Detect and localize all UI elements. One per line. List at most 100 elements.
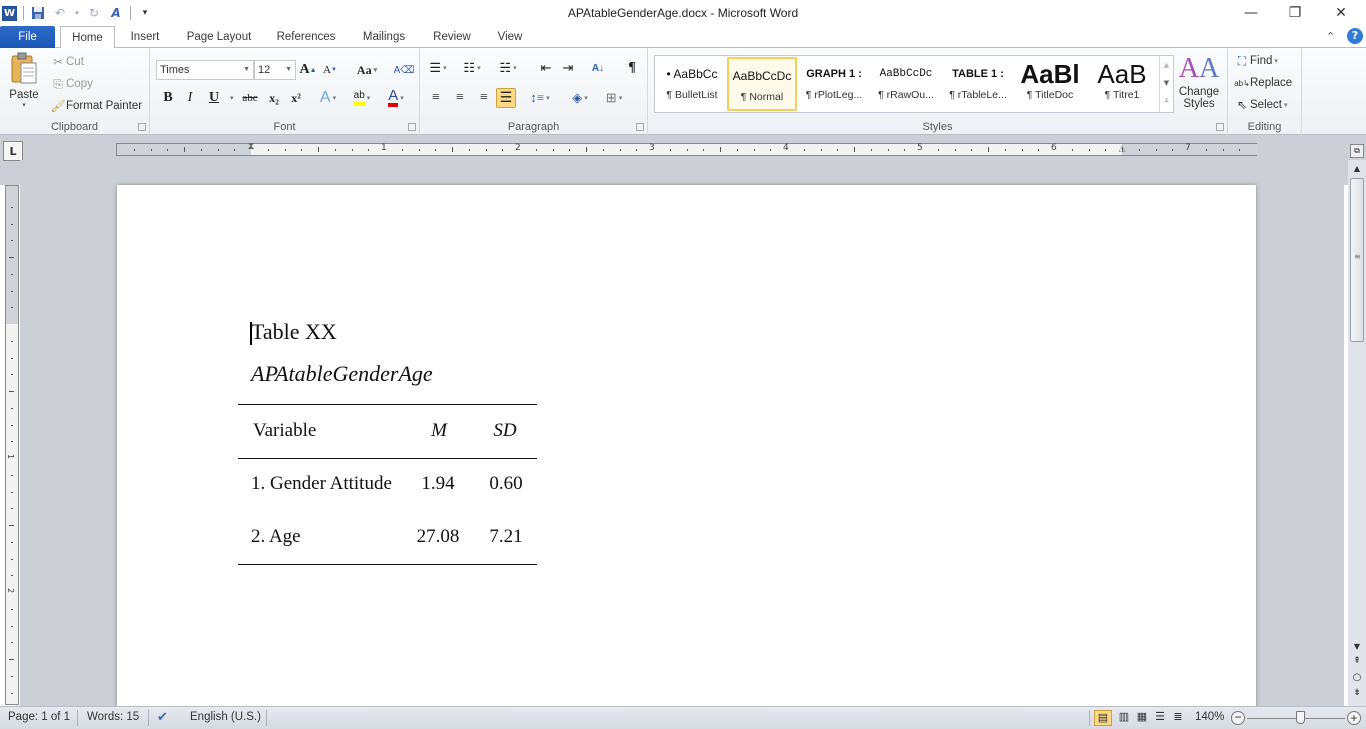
sort-button[interactable]: A↓ [588, 58, 608, 78]
text-effects-button[interactable]: A ▾ [318, 88, 338, 108]
tab-view[interactable]: View [490, 26, 530, 48]
tab-selector-icon[interactable]: L [3, 141, 23, 161]
format-painter-button[interactable]: 🖌 Format Painter [50, 98, 142, 114]
grow-font-button[interactable]: A ▲ [298, 60, 318, 80]
table-number[interactable]: Table XX [251, 319, 337, 345]
tab-file[interactable]: File [0, 26, 55, 48]
clear-formatting-button[interactable]: A⌫ [394, 60, 415, 80]
multilevel-list-button[interactable]: ☵ ▾ [498, 58, 518, 78]
superscript-button[interactable]: x² [286, 88, 306, 108]
zoom-level[interactable]: 140% [1195, 711, 1224, 723]
restore-button[interactable]: ❐ [1272, 0, 1318, 26]
line-spacing-button[interactable]: ↕≡ ▾ [530, 88, 550, 108]
show-formatting-button[interactable]: ¶ [622, 58, 642, 78]
language[interactable]: English (U.S.) [190, 711, 261, 723]
cell-sd[interactable]: 7.21 [479, 526, 533, 548]
numbering-button[interactable]: ☷ ▾ [462, 58, 482, 78]
font-color-button[interactable]: A ▾ [386, 88, 406, 108]
shading-button[interactable]: ◈ ▾ [570, 88, 590, 108]
gallery-down-icon[interactable]: ▼ [1160, 74, 1173, 92]
horizontal-ruler[interactable]: 1 2 3 4 5 6 7 ⧗ △ [116, 141, 1257, 157]
copy-button[interactable]: ⎘ Copy [50, 76, 93, 92]
web-layout-icon[interactable]: ▦ [1134, 710, 1150, 723]
style-bulletlist[interactable]: • AaBbCc ¶ BulletList [657, 57, 727, 111]
cell-variable[interactable]: 2. Age [251, 526, 301, 548]
full-screen-reading-icon[interactable]: ▥ [1116, 710, 1132, 723]
paste-dropdown-icon[interactable]: ▾ [6, 101, 42, 109]
paste-button[interactable]: Paste ▾ [6, 52, 42, 112]
scroll-thumb[interactable]: ≡ [1350, 178, 1364, 342]
change-styles-button[interactable]: AA Change Styles [1176, 52, 1222, 110]
tab-mailings[interactable]: Mailings [354, 26, 414, 48]
page-count[interactable]: Page: 1 of 1 [8, 711, 70, 723]
word-count[interactable]: Words: 15 [87, 711, 139, 723]
align-center-button[interactable]: ≡ [450, 88, 470, 108]
vertical-scrollbar[interactable]: ⧉ ▲ ≡ ▼ ⇞ ○ ⇟ [1348, 144, 1366, 706]
style-normal[interactable]: AaBbCcDc ¶ Normal [727, 57, 797, 111]
align-left-button[interactable]: ≡ [426, 88, 446, 108]
italic-button[interactable]: I [180, 88, 200, 108]
font-launcher-icon[interactable] [408, 123, 416, 131]
tab-page-layout[interactable]: Page Layout [180, 26, 258, 48]
close-button[interactable]: ✕ [1318, 0, 1364, 26]
right-indent-marker-icon[interactable]: △ [1117, 144, 1127, 156]
minimize-button[interactable]: — [1228, 0, 1274, 26]
tab-review[interactable]: Review [426, 26, 478, 48]
view-ruler-icon[interactable]: ⧉ [1350, 144, 1364, 158]
justify-button[interactable]: ☰ [496, 88, 516, 108]
style-rtablelegend[interactable]: TABLE 1 : ¶ rTableLe... [943, 57, 1013, 111]
next-page-icon[interactable]: ⇟ [1348, 688, 1366, 698]
underline-button[interactable]: U [204, 88, 224, 108]
borders-button[interactable]: ⊞ ▾ [604, 88, 624, 108]
previous-page-icon[interactable]: ⇞ [1348, 656, 1366, 666]
proofing-icon[interactable]: ✔ [157, 709, 168, 725]
vertical-ruler[interactable]: 12 [5, 185, 19, 705]
cell-variable[interactable]: 1. Gender Attitude [251, 473, 392, 495]
help-icon[interactable]: ? [1347, 28, 1363, 44]
zoom-out-button[interactable]: − [1231, 711, 1245, 725]
shrink-font-button[interactable]: A ▼ [320, 60, 340, 80]
highlight-button[interactable]: ab ▾ [352, 88, 372, 108]
tab-references[interactable]: References [270, 26, 342, 48]
table-title[interactable]: APAtableGenderAge [251, 361, 433, 387]
decrease-indent-button[interactable]: ⇤ [536, 58, 556, 78]
print-layout-icon[interactable]: ▤ [1094, 710, 1112, 726]
bullets-button[interactable]: ☰ ▾ [428, 58, 448, 78]
align-right-button[interactable]: ≡ [474, 88, 494, 108]
style-rrawoutput[interactable]: AaBbCcDc ¶ rRawOu... [871, 57, 941, 111]
indent-marker-icon[interactable]: ⧗ [246, 141, 256, 157]
style-titre1[interactable]: AaB ¶ Titre1 [1087, 57, 1157, 111]
gallery-more-icon[interactable]: ⩡ [1160, 92, 1173, 110]
outline-icon[interactable]: ☰ [1152, 710, 1168, 723]
chevron-down-icon[interactable]: ▼ [285, 61, 292, 79]
find-button[interactable]: ⛶ Find ▾ [1234, 53, 1278, 69]
strikethrough-button[interactable]: abc [238, 88, 262, 108]
cell-mean[interactable]: 1.94 [407, 473, 469, 495]
font-name-combo[interactable]: Times ▼ [156, 60, 254, 80]
styles-launcher-icon[interactable] [1216, 123, 1224, 131]
style-titledoc[interactable]: AaBl ¶ TitleDoc [1015, 57, 1085, 111]
cell-mean[interactable]: 27.08 [407, 526, 469, 548]
chevron-down-icon[interactable]: ▼ [243, 61, 250, 79]
replace-button[interactable]: ab↳ Replace [1234, 75, 1292, 91]
change-case-button[interactable]: Aa ▾ [354, 60, 380, 80]
styles-gallery-scroll[interactable]: ▲ ▼ ⩡ [1159, 56, 1173, 112]
document-page[interactable]: Table XX APAtableGenderAge Variable M SD… [117, 185, 1256, 715]
paragraph-launcher-icon[interactable] [636, 123, 644, 131]
select-button[interactable]: ⇖ Select ▾ [1234, 97, 1288, 113]
scroll-up-icon[interactable]: ▲ [1348, 164, 1366, 173]
cell-sd[interactable]: 0.60 [479, 473, 533, 495]
underline-dropdown-icon[interactable]: ▾ [230, 94, 234, 102]
font-size-combo[interactable]: 12 ▼ [254, 60, 296, 80]
cut-button[interactable]: ✂ Cut [50, 54, 84, 70]
minimize-ribbon-icon[interactable]: ⌃ [1326, 30, 1335, 43]
bold-button[interactable]: B [158, 88, 178, 108]
subscript-button[interactable]: x₂ [264, 88, 284, 108]
gallery-up-icon[interactable]: ▲ [1160, 56, 1173, 74]
tab-insert[interactable]: Insert [122, 26, 168, 48]
zoom-in-button[interactable]: + [1347, 711, 1361, 725]
increase-indent-button[interactable]: ⇥ [558, 58, 578, 78]
tab-home[interactable]: Home [60, 26, 115, 49]
clipboard-launcher-icon[interactable] [138, 123, 146, 131]
style-rplotlegend[interactable]: GRAPH 1 : ¶ rPlotLeg... [799, 57, 869, 111]
